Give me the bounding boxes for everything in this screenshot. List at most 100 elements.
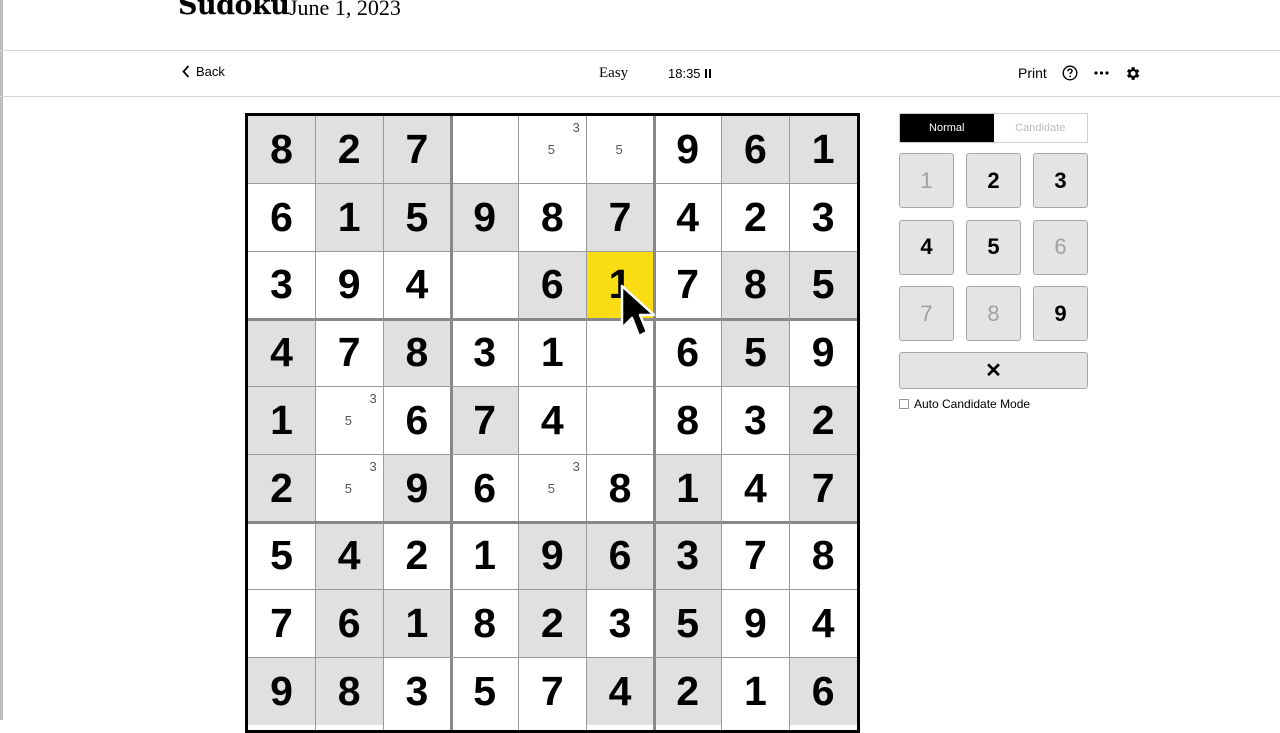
sudoku-cell-r9c2[interactable]: 8: [315, 657, 383, 725]
keypad-key-2[interactable]: 2: [966, 153, 1021, 208]
ellipsis-icon[interactable]: [1093, 65, 1110, 81]
sudoku-cell-r2c5[interactable]: 8: [519, 184, 586, 251]
sudoku-cell-r9c1[interactable]: 9: [248, 657, 315, 725]
sudoku-cell-r9c7[interactable]: 2: [654, 657, 722, 725]
sudoku-cell-r7c7[interactable]: 3: [654, 522, 722, 590]
sudoku-cell-r2c3[interactable]: 5: [383, 183, 451, 251]
print-button[interactable]: Print: [1018, 65, 1047, 81]
sudoku-cell-r2c2[interactable]: 1: [315, 183, 383, 251]
sudoku-cell-r4c3[interactable]: 8: [383, 319, 451, 387]
sudoku-cell-r8c1[interactable]: 7: [248, 590, 315, 657]
sudoku-cell-r2c8[interactable]: 2: [722, 184, 789, 251]
sudoku-cell-r5c6[interactable]: [587, 387, 654, 454]
sudoku-cell-r5c9[interactable]: 2: [789, 386, 857, 454]
sudoku-cell-r4c1[interactable]: 4: [248, 319, 315, 387]
sudoku-cell-r9c8[interactable]: 1: [722, 658, 789, 725]
sudoku-cell-r7c6[interactable]: 6: [586, 522, 654, 590]
sudoku-cell-r5c2[interactable]: 35: [316, 387, 383, 454]
sudoku-cell-r7c4[interactable]: 1: [451, 522, 518, 589]
sudoku-cell-r5c4[interactable]: 7: [451, 386, 519, 454]
sudoku-cell-r7c9[interactable]: 8: [790, 522, 857, 589]
keypad-key-4[interactable]: 4: [899, 219, 954, 275]
cell-value: 1: [270, 396, 293, 443]
sudoku-cell-r7c8[interactable]: 7: [722, 522, 789, 589]
sudoku-cell-r5c7[interactable]: 8: [654, 387, 721, 454]
pause-icon[interactable]: [704, 69, 712, 78]
sudoku-cell-r9c6[interactable]: 4: [586, 657, 654, 725]
sudoku-cell-r3c8[interactable]: 8: [721, 251, 789, 319]
sudoku-cell-r3c5[interactable]: 6: [518, 251, 586, 319]
sudoku-cell-r1c1[interactable]: 8: [248, 116, 315, 183]
keypad-key-7[interactable]: 7: [899, 286, 954, 341]
sudoku-cell-r6c9[interactable]: 7: [789, 454, 857, 522]
sudoku-cell-r9c9[interactable]: 6: [789, 657, 857, 725]
sudoku-cell-r5c1[interactable]: 1: [248, 386, 315, 454]
sudoku-cell-r6c1[interactable]: 2: [248, 454, 315, 522]
auto-candidate-checkbox[interactable]: [899, 399, 909, 409]
sudoku-cell-r6c3[interactable]: 9: [383, 454, 451, 522]
sudoku-cell-r8c5[interactable]: 2: [518, 589, 586, 657]
sudoku-cell-r8c9[interactable]: 4: [790, 590, 857, 657]
sudoku-cell-r2c7[interactable]: 4: [654, 184, 721, 251]
keypad-key-8[interactable]: 8: [966, 286, 1021, 341]
candidate-mode-button[interactable]: Candidate: [993, 114, 1087, 142]
sudoku-cell-r6c4[interactable]: 6: [451, 455, 518, 522]
sudoku-cell-r3c9[interactable]: 5: [789, 251, 857, 319]
sudoku-cell-r2c9[interactable]: 3: [790, 184, 857, 251]
sudoku-cell-r2c1[interactable]: 6: [248, 184, 315, 251]
keypad-key-3[interactable]: 3: [1033, 153, 1088, 208]
sudoku-cell-r3c2[interactable]: 9: [316, 251, 383, 318]
sudoku-cell-r8c8[interactable]: 9: [722, 590, 789, 657]
cell-value: 2: [270, 464, 293, 511]
back-button[interactable]: Back: [182, 64, 225, 79]
sudoku-cell-r7c2[interactable]: 4: [315, 522, 383, 590]
sudoku-cell-r9c3[interactable]: 3: [383, 658, 450, 725]
keypad-key-6[interactable]: 6: [1033, 219, 1088, 275]
sudoku-cell-r1c5[interactable]: 35: [519, 116, 586, 183]
sudoku-cell-r8c7[interactable]: 5: [654, 589, 722, 657]
sudoku-cell-r8c6[interactable]: 3: [587, 590, 654, 657]
sudoku-cell-r4c8[interactable]: 5: [721, 319, 789, 387]
sudoku-cell-r2c4[interactable]: 9: [451, 183, 519, 251]
sudoku-cell-r6c2[interactable]: 35: [316, 455, 383, 522]
sudoku-cell-r1c7[interactable]: 9: [654, 116, 721, 183]
sudoku-cell-r5c8[interactable]: 3: [722, 387, 789, 454]
keypad-key-1[interactable]: 1: [899, 153, 954, 208]
sudoku-cell-r1c6[interactable]: 5: [587, 116, 654, 183]
sudoku-cell-r7c1[interactable]: 5: [248, 522, 315, 589]
sudoku-cell-r1c9[interactable]: 1: [789, 116, 857, 183]
sudoku-cell-r8c2[interactable]: 6: [315, 589, 383, 657]
normal-mode-button[interactable]: Normal: [900, 114, 994, 142]
sudoku-cell-r8c3[interactable]: 1: [383, 589, 451, 657]
sudoku-cell-r1c3[interactable]: 7: [383, 116, 451, 183]
question-circle-icon[interactable]: [1062, 65, 1078, 81]
sudoku-cell-r1c2[interactable]: 2: [315, 116, 383, 183]
sudoku-cell-r8c4[interactable]: 8: [451, 590, 518, 657]
sudoku-cell-r6c6[interactable]: 8: [587, 455, 654, 522]
sudoku-cell-r7c3[interactable]: 2: [383, 522, 450, 589]
sudoku-cell-r4c2[interactable]: 7: [316, 319, 383, 386]
sudoku-cell-r2c6[interactable]: 7: [586, 183, 654, 251]
sudoku-cell-r5c5[interactable]: 4: [519, 387, 586, 454]
sudoku-cell-r4c4[interactable]: 3: [451, 319, 518, 386]
sudoku-cell-r3c7[interactable]: 7: [654, 251, 721, 318]
sudoku-cell-r3c1[interactable]: 3: [248, 251, 315, 318]
sudoku-cell-r6c8[interactable]: 4: [722, 455, 789, 522]
keypad-key-9[interactable]: 9: [1033, 286, 1088, 341]
sudoku-cell-r6c5[interactable]: 35: [519, 455, 586, 522]
sudoku-cell-r9c4[interactable]: 5: [451, 658, 518, 725]
sudoku-cell-r5c3[interactable]: 6: [383, 387, 450, 454]
sudoku-cell-r4c7[interactable]: 6: [654, 319, 721, 386]
sudoku-cell-r3c3[interactable]: 4: [383, 251, 450, 318]
erase-button[interactable]: ✕: [899, 352, 1088, 389]
sudoku-cell-r1c8[interactable]: 6: [721, 116, 789, 183]
sudoku-cell-r7c5[interactable]: 9: [518, 522, 586, 590]
sudoku-cell-r4c5[interactable]: 1: [519, 319, 586, 386]
gear-icon[interactable]: [1124, 65, 1141, 82]
sudoku-cell-r1c4[interactable]: [451, 116, 518, 183]
sudoku-cell-r3c4[interactable]: [451, 251, 518, 318]
keypad-key-5[interactable]: 5: [966, 219, 1021, 275]
sudoku-cell-r9c5[interactable]: 7: [519, 658, 586, 725]
sudoku-cell-r6c7[interactable]: 1: [654, 454, 722, 522]
sudoku-cell-r4c9[interactable]: 9: [790, 319, 857, 386]
